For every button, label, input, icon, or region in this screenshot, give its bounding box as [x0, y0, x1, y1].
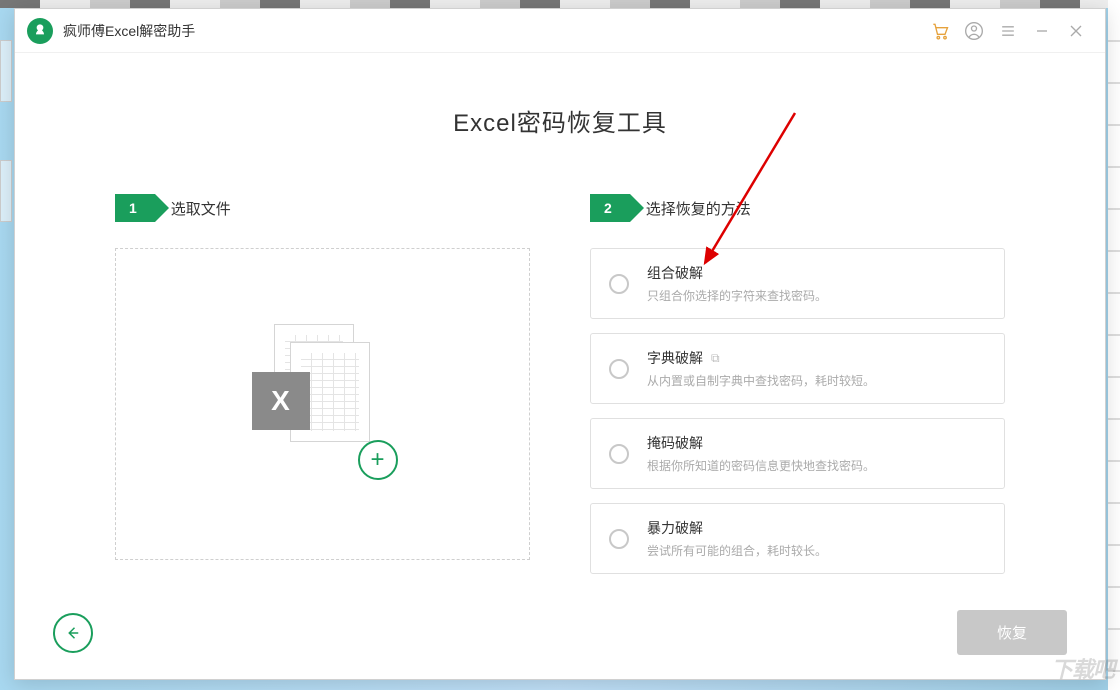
step1-column: 1 选取文件 X + — [115, 194, 530, 574]
step1-header: 1 选取文件 — [115, 194, 530, 222]
step2-column: 2 选择恢复的方法 组合破解 只组合你选择的字符来查找密码。 字典破解⧉ 从内置… — [590, 194, 1005, 574]
cart-icon[interactable] — [923, 14, 957, 48]
file-dropzone[interactable]: X + — [115, 248, 530, 560]
step2-header: 2 选择恢复的方法 — [590, 194, 1005, 222]
app-logo-icon — [27, 18, 53, 44]
add-file-plus-icon[interactable]: + — [358, 440, 398, 480]
copy-icon: ⧉ — [711, 351, 720, 366]
watermark: 下载吧 — [1051, 652, 1114, 684]
footer: 恢复 — [15, 610, 1105, 655]
step2-badge: 2 — [590, 194, 630, 222]
method-desc: 尝试所有可能的组合，耗时较长。 — [647, 542, 986, 559]
method-desc: 根据你所知道的密码信息更快地查找密码。 — [647, 457, 986, 474]
method-option-1[interactable]: 字典破解⧉ 从内置或自制字典中查找密码，耗时较短。 — [590, 333, 1005, 404]
user-icon[interactable] — [957, 14, 991, 48]
excel-file-icon: X + — [248, 324, 398, 484]
radio-icon — [609, 274, 629, 294]
desktop-top-strip — [0, 0, 1120, 8]
app-window: 疯师傅Excel解密助手 Excel密码恢复工具 1 选取文件 — [14, 8, 1106, 680]
radio-icon — [609, 529, 629, 549]
method-option-2[interactable]: 掩码破解 根据你所知道的密码信息更快地查找密码。 — [590, 418, 1005, 489]
method-desc: 从内置或自制字典中查找密码，耗时较短。 — [647, 372, 986, 389]
titlebar: 疯师傅Excel解密助手 — [15, 9, 1105, 53]
method-title: 暴力破解 — [647, 518, 986, 538]
method-desc: 只组合你选择的字符来查找密码。 — [647, 287, 986, 304]
excel-x-badge: X — [252, 372, 310, 430]
desktop-right-icons — [1108, 0, 1120, 690]
menu-icon[interactable] — [991, 14, 1025, 48]
method-option-0[interactable]: 组合破解 只组合你选择的字符来查找密码。 — [590, 248, 1005, 319]
close-icon[interactable] — [1059, 14, 1093, 48]
method-title: 掩码破解 — [647, 433, 986, 453]
method-option-3[interactable]: 暴力破解 尝试所有可能的组合，耗时较长。 — [590, 503, 1005, 574]
step1-label: 选取文件 — [171, 198, 231, 219]
page-title: Excel密码恢复工具 — [115, 103, 1005, 138]
step1-badge: 1 — [115, 194, 155, 222]
content-area: Excel密码恢复工具 1 选取文件 X + 2 — [15, 53, 1105, 679]
app-title: 疯师傅Excel解密助手 — [63, 21, 195, 41]
radio-icon — [609, 444, 629, 464]
recover-button[interactable]: 恢复 — [957, 610, 1067, 655]
radio-icon — [609, 359, 629, 379]
method-title: 组合破解 — [647, 263, 986, 283]
minimize-icon[interactable] — [1025, 14, 1059, 48]
method-title: 字典破解⧉ — [647, 348, 986, 368]
step2-label: 选择恢复的方法 — [646, 198, 751, 219]
back-button[interactable] — [53, 613, 93, 653]
